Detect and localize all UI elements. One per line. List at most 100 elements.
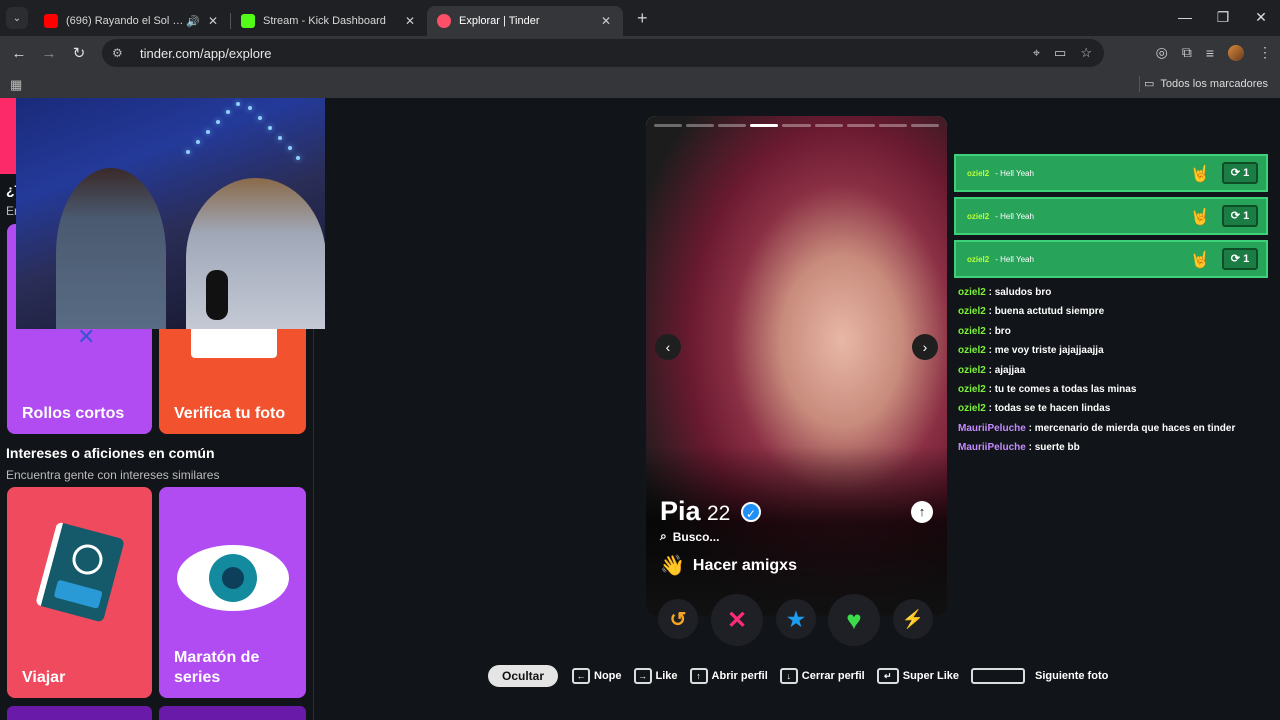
photo-progress-segment[interactable] bbox=[846, 124, 875, 127]
card-viajar[interactable]: Viajar bbox=[7, 487, 152, 698]
looking-for: ⌕ Busco... bbox=[660, 529, 719, 544]
incognito-extension-icon[interactable]: ◎ bbox=[1156, 44, 1168, 61]
open-profile-button[interactable]: ↑ bbox=[911, 501, 933, 523]
address-bar[interactable]: ⚙ tinder.com/app/explore ⌖ ▭ ☆ bbox=[102, 39, 1104, 67]
chat-username: MauriiPeluche bbox=[958, 422, 1026, 434]
profile-avatar[interactable] bbox=[1228, 44, 1244, 61]
back-icon[interactable]: ← bbox=[4, 45, 34, 62]
extensions-puzzle-icon[interactable]: ⧉ bbox=[1182, 44, 1192, 61]
webcam-overlay bbox=[16, 98, 325, 329]
install-app-icon[interactable]: ▭ bbox=[1054, 45, 1066, 61]
super-like-button[interactable]: ★ bbox=[776, 599, 816, 639]
new-tab-button[interactable]: + bbox=[637, 8, 648, 29]
chat-message: oziel2 : tu te comes a todas las minas bbox=[954, 380, 1268, 399]
chat-separator: : bbox=[985, 287, 995, 298]
chat-username: oziel2 bbox=[958, 364, 986, 376]
photo-frame-icon bbox=[191, 324, 277, 358]
chat-text: buena actutud siempre bbox=[994, 306, 1105, 318]
close-tab-icon[interactable]: ✕ bbox=[599, 14, 613, 28]
chat-message-list: oziel2 : saludos bro oziel2 : buena actut… bbox=[954, 283, 1268, 458]
profile-name: Pia bbox=[660, 496, 701, 526]
verified-badge-icon: ✓ bbox=[741, 502, 761, 522]
card-maraton-series[interactable]: Maratón de series bbox=[159, 487, 306, 698]
chat-message: MauriiPeluche : mercenario de mierda que… bbox=[954, 419, 1268, 438]
photo-progress-segment[interactable] bbox=[686, 124, 715, 127]
chat-text: - Hell Yeah bbox=[995, 168, 1034, 178]
count-value: 1 bbox=[1243, 253, 1250, 265]
chat-message: oziel2 : bro bbox=[954, 322, 1268, 341]
close-window-button[interactable]: ✕ bbox=[1242, 0, 1280, 34]
audio-icon[interactable]: 🔊 bbox=[186, 15, 200, 28]
chat-username: oziel2 bbox=[958, 287, 986, 298]
chat-message: oziel2 : saludos bro bbox=[954, 283, 1268, 302]
tab-search-button[interactable]: ⌄ bbox=[6, 7, 28, 29]
keyboard-shortcuts-bar: Ocultar ← Nope → Like ↑ Abrir perfil ↓ Cerra… bbox=[488, 664, 1120, 688]
photo-progress-segment[interactable] bbox=[750, 124, 779, 127]
tab-tinder[interactable]: Explorar | Tinder ✕ bbox=[427, 6, 623, 36]
action-buttons: ↺ ✕ ★ ♥ ⚡ bbox=[658, 594, 938, 646]
photo-progress-segment[interactable] bbox=[654, 124, 683, 127]
relationship-intent: 👋 Hacer amigxs bbox=[660, 553, 797, 578]
more-cards-row bbox=[159, 706, 306, 720]
chat-message: oziel2 : todas se te hacen lindas bbox=[954, 399, 1268, 418]
card-label: Verifica tu foto bbox=[174, 405, 286, 422]
photo-progress-segment[interactable] bbox=[814, 124, 843, 127]
previous-photo-button[interactable]: ‹ bbox=[655, 334, 681, 360]
stream-chat-overlay: oziel2 - Hell Yeah 🤘 ⟳ 1 oziel2 - Hell Y… bbox=[954, 154, 1268, 458]
streamer-left bbox=[56, 168, 166, 329]
minimize-button[interactable]: — bbox=[1166, 0, 1204, 34]
chat-separator: : bbox=[985, 345, 995, 357]
chat-text: suerte bb bbox=[1034, 442, 1080, 454]
next-photo-button[interactable]: › bbox=[912, 334, 938, 360]
url-text[interactable]: tinder.com/app/explore bbox=[140, 46, 272, 61]
reload-icon[interactable]: ↻ bbox=[64, 44, 94, 62]
interests-subtitle: Encuentra gente con intereses similares bbox=[6, 468, 220, 482]
intent-value: Hacer amigxs bbox=[692, 556, 797, 574]
hide-shortcuts-button[interactable]: Ocultar bbox=[488, 665, 559, 687]
bookmark-star-icon[interactable]: ☆ bbox=[1080, 45, 1092, 61]
rewind-button[interactable]: ↺ bbox=[658, 599, 698, 639]
location-icon[interactable]: ⌖ bbox=[1033, 45, 1040, 61]
hint-like: → Like bbox=[633, 668, 678, 684]
media-control-icon[interactable]: ≡ bbox=[1206, 45, 1214, 61]
maximize-button[interactable]: ❐ bbox=[1204, 0, 1242, 34]
hint-close-profile: ↓ Cerrar perfil bbox=[779, 668, 865, 684]
chat-message: MauriiPeluche : suerte bb bbox=[954, 438, 1268, 457]
bookmarks-divider bbox=[1139, 76, 1140, 92]
boost-button[interactable]: ⚡ bbox=[893, 599, 933, 639]
chat-separator: : bbox=[985, 383, 995, 395]
close-tab-icon[interactable]: ✕ bbox=[403, 14, 417, 28]
kick-icon bbox=[241, 14, 255, 28]
photo-progress-segment[interactable] bbox=[718, 124, 747, 127]
hint-label: Like bbox=[655, 670, 678, 682]
photo-progress-segment[interactable] bbox=[782, 124, 811, 127]
chat-username: oziel2 bbox=[958, 403, 986, 415]
chat-separator: : bbox=[1025, 442, 1035, 454]
chat-text: mercenario de mierda que haces en tinder bbox=[1034, 422, 1236, 434]
waving-hand-icon: 👋 bbox=[660, 555, 685, 577]
photo-progress-segment[interactable] bbox=[910, 124, 939, 127]
photo-progress-segment[interactable] bbox=[878, 124, 907, 127]
menu-kebab-icon[interactable]: ⋮ bbox=[1258, 44, 1272, 61]
forward-icon[interactable]: → bbox=[34, 45, 64, 62]
close-tab-icon[interactable]: ✕ bbox=[206, 14, 220, 28]
tab-kick[interactable]: Stream - Kick Dashboard ✕ bbox=[231, 6, 427, 36]
nope-button[interactable]: ✕ bbox=[711, 594, 763, 646]
space-key-icon bbox=[971, 668, 1025, 684]
tab-title: Explorar | Tinder bbox=[459, 15, 540, 27]
chat-separator: : bbox=[985, 364, 995, 376]
tab-youtube[interactable]: (696) Rayando el Sol - YouTube 🔊 ✕ bbox=[34, 6, 230, 36]
youtube-icon bbox=[44, 14, 58, 28]
card-label: Viajar bbox=[22, 669, 66, 686]
site-info-icon[interactable]: ⚙ bbox=[112, 46, 130, 60]
chat-message: oziel2 : ajajjaa bbox=[954, 361, 1268, 380]
all-bookmarks-button[interactable]: ▭ Todos los marcadores bbox=[1144, 77, 1268, 91]
apps-grid-icon[interactable]: ▦ bbox=[10, 77, 22, 93]
extensions-area: ◎ ⧉ ≡ ⋮ bbox=[1156, 44, 1272, 61]
like-button[interactable]: ♥ bbox=[828, 594, 880, 646]
search-icon: ⌕ bbox=[660, 529, 667, 543]
card-label: Rollos cortos bbox=[22, 405, 125, 422]
profile-card[interactable]: ‹ › Pia 22 ✓ ↑ ⌕ Busco... 👋 Hacer amigxs bbox=[646, 116, 947, 616]
chat-message: oziel2 : buena actutud siempre bbox=[954, 302, 1268, 321]
hint-label: Siguiente foto bbox=[1035, 670, 1109, 682]
